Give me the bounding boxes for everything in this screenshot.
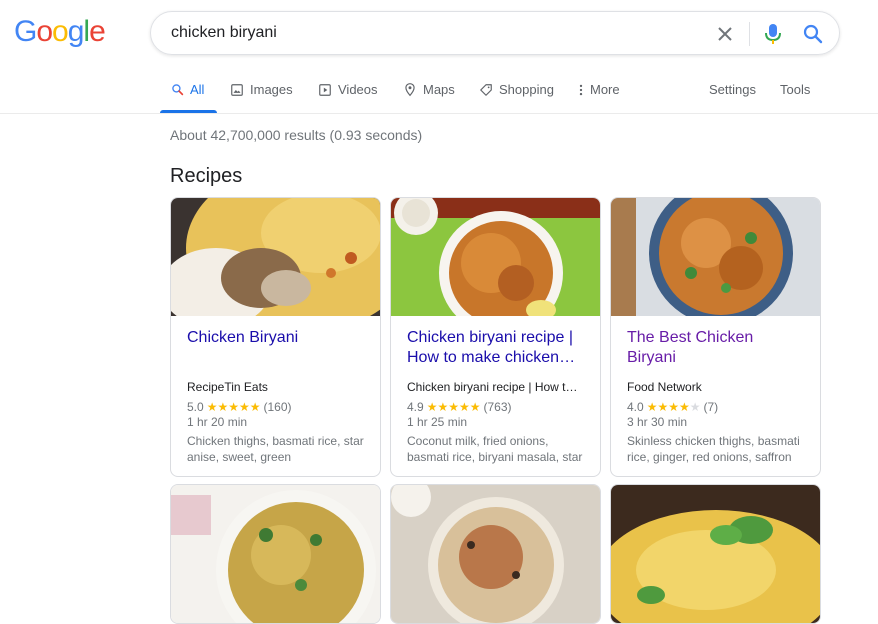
recipe-time: 3 hr 30 min: [627, 415, 688, 429]
recipe-image: [171, 485, 380, 623]
tab-label: Tools: [780, 82, 811, 97]
search-box: [150, 11, 840, 55]
recipe-card[interactable]: The Best Chicken Biryani Food Network 4.…: [610, 197, 821, 477]
search-icon: [172, 84, 184, 96]
section-title: Recipes: [170, 165, 243, 187]
recipe-card[interactable]: [610, 484, 821, 624]
search-icon[interactable]: [801, 22, 825, 46]
tab-shopping[interactable]: Shopping: [479, 82, 554, 97]
tab-label: Videos: [338, 82, 378, 97]
rating-value: 4.0: [627, 400, 644, 414]
tab-all[interactable]: All: [171, 82, 204, 97]
recipe-source: RecipeTin Eats: [187, 380, 268, 394]
tab-tools[interactable]: Tools: [780, 82, 810, 97]
recipe-source: Chicken biryani recipe | How to…: [407, 380, 584, 394]
tag-icon: [480, 83, 492, 96]
recipe-rating: 4.9 ★★★★★ (763): [407, 400, 584, 414]
tab-label: Shopping: [499, 82, 554, 97]
tab-label: More: [590, 82, 620, 97]
tab-settings[interactable]: Settings: [709, 82, 756, 97]
map-pin-icon: [405, 83, 415, 97]
recipe-rating: 4.0 ★★★★★ (7): [627, 400, 804, 414]
image-icon: [231, 83, 243, 96]
tab-images[interactable]: Images: [230, 82, 293, 97]
recipe-image: [391, 485, 600, 623]
more-vertical-icon: [579, 84, 583, 95]
recipe-image: [171, 198, 380, 316]
search-divider: [749, 22, 750, 46]
recipe-card[interactable]: [170, 484, 381, 624]
search-tabs: All Images Videos Maps Shopping More Set…: [0, 76, 878, 114]
recipe-card[interactable]: [390, 484, 601, 624]
tab-videos[interactable]: Videos: [318, 82, 378, 97]
tab-label: Settings: [709, 82, 756, 97]
logo-letter: G: [14, 15, 37, 48]
results-stats: About 42,700,000 results (0.93 seconds): [170, 127, 423, 143]
recipe-title[interactable]: Chicken Biryani: [187, 328, 364, 374]
recipe-card[interactable]: Chicken Biryani RecipeTin Eats 5.0 ★★★★★…: [170, 197, 381, 477]
recipe-time: 1 hr 25 min: [407, 415, 468, 429]
review-count: (7): [703, 400, 719, 414]
recipe-rating: 5.0 ★★★★★ (160): [187, 400, 364, 414]
recipe-image: [391, 198, 600, 316]
logo-letter: o: [36, 15, 53, 48]
search-input[interactable]: [171, 24, 671, 42]
logo-letter: g: [67, 15, 85, 48]
tab-more[interactable]: More: [578, 82, 620, 97]
microphone-icon[interactable]: [763, 22, 783, 46]
recipe-ingredients: Skinless chicken thighs, basmati rice, g…: [627, 434, 800, 464]
recipe-source: Food Network: [627, 380, 702, 394]
logo-letter: e: [89, 15, 106, 48]
star-rating-icon: ★★★★★: [426, 400, 481, 414]
clear-icon[interactable]: [713, 22, 737, 46]
rating-value: 4.9: [407, 400, 424, 414]
recipe-ingredients: Coconut milk, fried onions, basmati rice…: [407, 434, 583, 464]
recipe-title[interactable]: Chicken biryani recipe | How to make chi…: [407, 328, 584, 374]
video-icon: [319, 83, 331, 96]
rating-value: 5.0: [187, 400, 204, 414]
review-count: (160): [263, 400, 292, 414]
star-rating-icon: ★★★★★: [206, 400, 261, 414]
logo-letter: o: [52, 15, 69, 48]
recipe-title[interactable]: The Best Chicken Biryani: [627, 328, 804, 374]
recipe-ingredients: Chicken thighs, basmati rice, star anise…: [187, 434, 364, 464]
tab-maps[interactable]: Maps: [403, 82, 455, 97]
tab-label: Images: [250, 82, 293, 97]
recipe-card[interactable]: Chicken biryani recipe | How to make chi…: [390, 197, 601, 477]
recipe-image: [611, 485, 820, 623]
tab-label: Maps: [423, 82, 455, 97]
recipe-image: [611, 198, 820, 316]
tab-label: All: [190, 82, 205, 97]
recipe-time: 1 hr 20 min: [187, 415, 248, 429]
active-tab-indicator: [160, 110, 217, 113]
review-count: (763): [483, 400, 512, 414]
google-logo[interactable]: Google: [14, 15, 106, 49]
star-rating-icon: ★★★★★: [646, 400, 701, 414]
